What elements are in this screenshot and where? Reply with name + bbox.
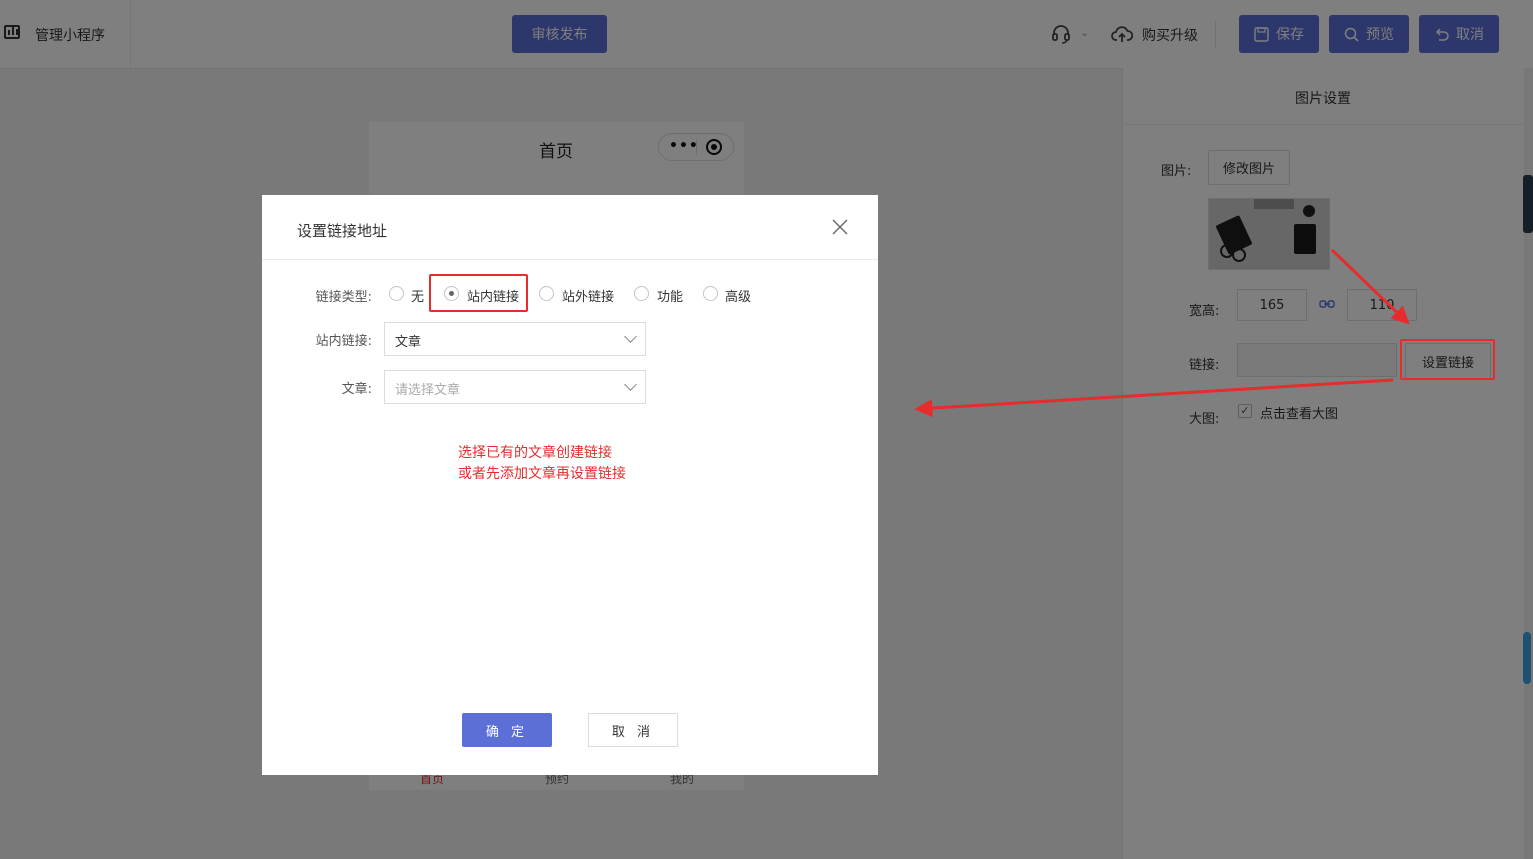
arrow-to-set-link	[1330, 248, 1410, 325]
arrow-to-dialog	[914, 378, 1394, 418]
annotation-arrows	[914, 248, 1410, 418]
